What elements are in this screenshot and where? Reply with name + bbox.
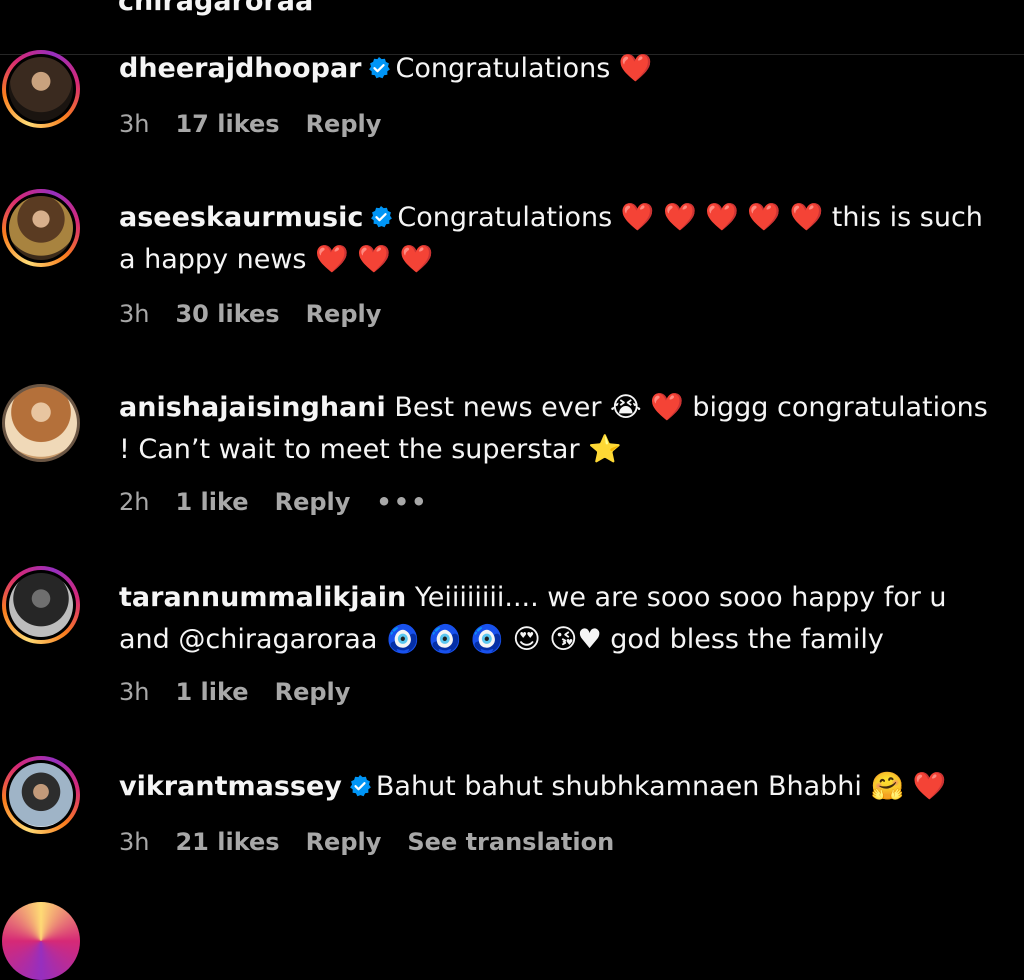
verified-badge-icon <box>349 775 371 797</box>
comment-likes[interactable]: 1 like <box>175 678 248 706</box>
avatar-photo <box>9 57 73 121</box>
avatar[interactable] <box>2 902 80 980</box>
avatar[interactable] <box>2 384 80 462</box>
comment-meta: 2h 1 like Reply ••• <box>119 488 454 516</box>
comment-body: anishajaisinghani Best news ever 😭 ❤️ bi… <box>119 387 999 471</box>
comment-body: aseeskaurmusic Congratulations ❤️ ❤️ ❤️ ❤… <box>119 197 999 281</box>
comment-meta: 3h 17 likes Reply <box>119 110 407 138</box>
comment-time[interactable]: 3h <box>119 828 149 856</box>
comment-username[interactable]: vikrantmassey <box>119 771 342 802</box>
avatar[interactable] <box>2 566 80 644</box>
verified-badge-icon <box>371 206 393 228</box>
see-translation-link[interactable]: See translation <box>407 828 614 856</box>
comment-likes[interactable]: 30 likes <box>175 300 279 328</box>
avatar[interactable] <box>2 189 80 267</box>
comment-time[interactable]: 3h <box>119 110 149 138</box>
comment-meta: 3h 30 likes Reply <box>119 300 407 328</box>
comment-username[interactable]: tarannummalikjain <box>119 582 406 613</box>
comment-time[interactable]: 3h <box>119 300 149 328</box>
comment-likes[interactable]: 1 like <box>175 488 248 516</box>
avatar-photo <box>9 196 73 260</box>
comment-text: Congratulations ❤️ <box>395 53 653 84</box>
comment-username[interactable]: dheerajdhoopar <box>119 53 361 84</box>
reply-button[interactable]: Reply <box>306 300 382 328</box>
comment-body: vikrantmassey Bahut bahut shubhkamnaen Bh… <box>119 766 999 808</box>
avatar-photo <box>9 763 73 827</box>
comment-likes[interactable]: 21 likes <box>175 828 279 856</box>
reply-button[interactable]: Reply <box>275 488 351 516</box>
comment-body: tarannummalikjain Yeiiiiiiii.... we are … <box>119 577 999 661</box>
comment-username[interactable]: anishajaisinghani <box>119 392 386 423</box>
avatar-photo <box>5 387 77 459</box>
avatar[interactable] <box>2 756 80 834</box>
comment-username[interactable]: aseeskaurmusic <box>119 202 363 233</box>
comment-time[interactable]: 2h <box>119 488 149 516</box>
reply-button[interactable]: Reply <box>275 678 351 706</box>
comment-body: dheerajdhoopar Congratulations ❤️ <box>119 48 999 90</box>
comment-likes[interactable]: 17 likes <box>175 110 279 138</box>
more-options-icon[interactable]: ••• <box>376 488 428 516</box>
comment-meta: 3h 21 likes Reply See translation <box>119 828 640 856</box>
reply-button[interactable]: Reply <box>306 828 382 856</box>
verified-badge-icon <box>369 57 391 79</box>
comment-text: Bahut bahut shubhkamnaen Bhabhi 🤗 ❤️ <box>375 771 947 802</box>
avatar-photo <box>9 573 73 637</box>
comment-meta: 3h 1 like Reply <box>119 678 376 706</box>
post-header: chiragaroraa <box>0 0 1024 55</box>
reply-button[interactable]: Reply <box>306 110 382 138</box>
comment-time[interactable]: 3h <box>119 678 149 706</box>
avatar[interactable] <box>2 50 80 128</box>
header-username[interactable]: chiragaroraa <box>118 0 313 17</box>
